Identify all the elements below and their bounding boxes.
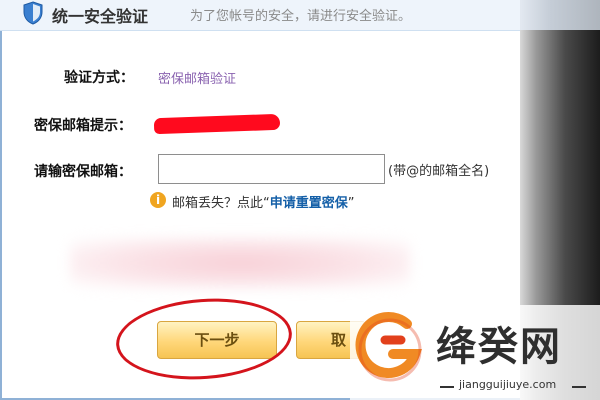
email-format-note: (带@的邮箱全名) bbox=[388, 164, 490, 179]
watermark-dash-right bbox=[572, 386, 586, 388]
watermark-title: 绛癸网 bbox=[436, 324, 562, 370]
shield-icon bbox=[23, 1, 43, 25]
quote-open: “ bbox=[263, 196, 270, 211]
watermark-url: jiangguijiuye.com bbox=[459, 378, 557, 391]
watermark-logo-icon bbox=[355, 312, 422, 382]
background-header-edge bbox=[520, 0, 600, 30]
email-label: 请输密保邮箱： bbox=[34, 164, 132, 180]
page-subtitle: 为了您帐号的安全，请进行安全验证。 bbox=[190, 9, 412, 24]
info-icon: i bbox=[150, 192, 166, 208]
reset-security-link[interactable]: 申请重置密保 bbox=[270, 196, 348, 211]
method-value: 密保邮箱验证 bbox=[158, 72, 237, 87]
hint-label: 密保邮箱提示： bbox=[34, 118, 132, 134]
quote-close: ” bbox=[347, 196, 355, 211]
method-label: 验证方式： bbox=[64, 70, 134, 86]
lost-email-hint: 邮箱丢失？点此“申请重置密保” bbox=[172, 192, 355, 211]
blurred-region bbox=[70, 238, 410, 288]
dialog-header: 统一安全验证 为了您帐号的安全，请进行安全验证。 bbox=[0, 0, 600, 31]
email-field[interactable] bbox=[158, 154, 385, 184]
watermark-dash-left bbox=[440, 386, 454, 388]
lost-email-text: 邮箱丢失？点此 bbox=[172, 196, 264, 211]
page-title: 统一安全验证 bbox=[52, 7, 149, 26]
